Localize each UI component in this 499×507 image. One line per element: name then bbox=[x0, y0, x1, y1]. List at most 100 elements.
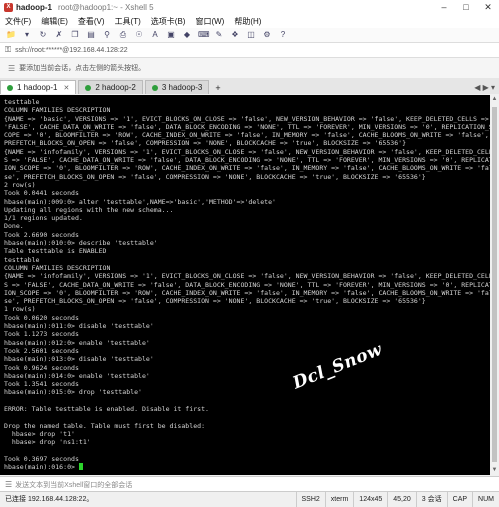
terminal-line: hbase(main):011:0> disable 'testtable' bbox=[4, 322, 154, 331]
menu-tools[interactable]: 工具(T) bbox=[110, 16, 146, 27]
connected-status-icon bbox=[151, 84, 158, 91]
find-icon[interactable]: ⚲ bbox=[102, 30, 112, 40]
session-hint-bar: ☰ 要添加当前会话，点击左侧的箭头按钮。 bbox=[0, 58, 499, 79]
connected-status-icon bbox=[7, 84, 13, 91]
terminal-line: Took 0.0620 seconds bbox=[4, 313, 79, 322]
terminal-line: Took 2.6690 seconds bbox=[4, 230, 79, 239]
globe-icon[interactable]: ☉ bbox=[134, 30, 144, 40]
connection-status: 已连接 192.168.44.128:22。 bbox=[5, 496, 94, 503]
scrollbar-thumb[interactable] bbox=[492, 107, 497, 462]
terminal-line: ION_SCOPE => '0', BLOOMFILTER => 'ROW', … bbox=[4, 288, 490, 297]
compose-bar[interactable]: ☰ 发送文本到当前Xshell窗口的全部会话 bbox=[0, 476, 499, 492]
menu-edit[interactable]: 编辑(E) bbox=[36, 16, 73, 27]
toolbar: 📁 ▾ ↻ ✗ ❐ ▤ ⚲ ⎙ ☉ A ▣ ◆ ⌨ ✎ ❖ ◫ ⚙ ? bbox=[0, 28, 499, 43]
close-icon[interactable]: ✕ bbox=[477, 0, 499, 15]
terminal-line: S => 'FALSE', CACHE_DATA_ON_WRITE => 'fa… bbox=[4, 280, 490, 289]
terminal-line: 1 row(s) bbox=[4, 305, 36, 314]
terminal-line: Took 0.3697 seconds bbox=[4, 454, 79, 463]
reconnect-icon[interactable]: ↻ bbox=[38, 30, 48, 40]
terminal-line: COLUMN FAMILIES DESCRIPTION bbox=[4, 263, 111, 272]
terminal-line: 1/1 regions updated. bbox=[4, 214, 83, 223]
status-bar: 已连接 192.168.44.128:22。 SSH2 xterm 124x45… bbox=[0, 491, 499, 507]
lock-icon: ⚿ bbox=[5, 45, 12, 54]
help-icon[interactable]: ? bbox=[278, 30, 288, 40]
text-cursor bbox=[78, 463, 83, 471]
fullscreen-icon[interactable]: ▣ bbox=[166, 30, 176, 40]
terminal-line: PREFETCH_BLOCKS_ON_OPEN => 'false', COMP… bbox=[4, 139, 407, 148]
session-address: ssh://root:******@192.168.44.128:22 bbox=[15, 46, 128, 54]
new-session-icon[interactable]: 📁 bbox=[6, 30, 16, 40]
compose-placeholder: 发送文本到当前Xshell窗口的全部会话 bbox=[15, 481, 133, 489]
open-folder-icon[interactable]: ▾ bbox=[22, 30, 32, 40]
terminal-line: se', PREFETCH_BLOCKS_ON_OPEN => 'false',… bbox=[4, 172, 426, 181]
script-icon[interactable]: ✎ bbox=[214, 30, 224, 40]
font-icon[interactable]: A bbox=[150, 30, 160, 40]
terminal-line: 'FALSE', CACHE_DATA_ON_WRITE => 'false',… bbox=[4, 122, 490, 131]
terminal-line: Took 1.1273 seconds bbox=[4, 330, 79, 339]
terminal-line: testtable bbox=[4, 98, 40, 106]
window-subtitle: root@hadoop1:~ - Xshell 5 bbox=[58, 3, 154, 12]
tab-close-icon[interactable]: ✕ bbox=[63, 84, 69, 92]
tab-label: 2 hadoop-2 bbox=[95, 83, 136, 92]
tab-label: 3 hadoop-3 bbox=[161, 83, 203, 92]
copy-icon[interactable]: ❐ bbox=[70, 30, 80, 40]
layout-icon[interactable]: ◫ bbox=[246, 30, 256, 40]
compose-menu-icon[interactable]: ☰ bbox=[5, 480, 12, 489]
xftp-icon[interactable]: ❖ bbox=[230, 30, 240, 40]
tab-label: 1 hadoop-1 bbox=[17, 83, 58, 92]
terminal-line: S => 'FALSE', CACHE_DATA_ON_WRITE => 'fa… bbox=[4, 156, 490, 165]
lock-icon[interactable]: ◆ bbox=[182, 30, 192, 40]
print-icon[interactable]: ⎙ bbox=[118, 30, 128, 40]
title-bar: X hadoop-1 root@hadoop1:~ - Xshell 5 – □… bbox=[0, 0, 499, 15]
terminal-output[interactable]: testtable COLUMN FAMILIES DESCRIPTION {NAM… bbox=[0, 95, 490, 475]
terminal-line: Done. bbox=[4, 222, 24, 231]
terminal-line: se', PREFETCH_BLOCKS_ON_OPEN => 'false',… bbox=[4, 297, 426, 306]
terminal-line: hbase> drop 't1' bbox=[4, 429, 75, 438]
add-tab-button[interactable]: + bbox=[211, 81, 225, 94]
terminal-line: Took 0.0441 seconds bbox=[4, 189, 79, 198]
scroll-down-icon[interactable]: ▼ bbox=[490, 466, 499, 475]
terminal-size: 124x45 bbox=[353, 492, 387, 507]
menu-view[interactable]: 查看(V) bbox=[73, 16, 110, 27]
keyboard-icon[interactable]: ⌨ bbox=[198, 30, 210, 40]
tab-hadoop-3[interactable]: 3 hadoop-3 bbox=[144, 80, 210, 94]
address-bar[interactable]: ⚿ ssh://root:******@192.168.44.128:22 bbox=[0, 43, 499, 58]
menu-help[interactable]: 帮助(H) bbox=[229, 16, 266, 27]
tab-navigation-icon[interactable]: ◀ ▶ ▾ bbox=[474, 81, 495, 94]
terminal-prompt-line: hbase(main):016:0> bbox=[4, 463, 490, 471]
tab-hadoop-1[interactable]: 1 hadoop-1 ✕ bbox=[0, 80, 77, 94]
window-title: hadoop-1 bbox=[16, 3, 52, 12]
terminal-scrollbar[interactable]: ▲ ▼ bbox=[490, 95, 499, 475]
xshell-app-icon: X bbox=[4, 3, 13, 12]
terminal-line: hbase(main):009:0> alter 'testtable',NAM… bbox=[4, 197, 276, 206]
menu-window[interactable]: 窗口(W) bbox=[190, 16, 229, 27]
options-icon[interactable]: ⚙ bbox=[262, 30, 272, 40]
session-count: 3 会话 bbox=[415, 492, 447, 507]
terminal-line: {NAME => 'infofamily', VERSIONS => '1', … bbox=[4, 147, 490, 156]
menu-file[interactable]: 文件(F) bbox=[0, 16, 36, 27]
menu-tab[interactable]: 选项卡(B) bbox=[146, 16, 191, 27]
bookmark-icon[interactable]: ☰ bbox=[8, 64, 15, 73]
num-lock-status: NUM bbox=[472, 492, 499, 507]
terminal-line: ION_SCOPE => '0', BLOOMFILTER => 'ROW', … bbox=[4, 164, 490, 173]
terminal-line: {NAME => 'basic', VERSIONS => '1', EVICT… bbox=[4, 114, 490, 123]
caps-lock-status: CAP bbox=[446, 492, 472, 507]
maximize-icon[interactable]: □ bbox=[455, 0, 477, 15]
tab-hadoop-2[interactable]: 2 hadoop-2 bbox=[78, 80, 143, 94]
terminal-line: Took 0.9624 seconds bbox=[4, 363, 79, 372]
disconnect-icon[interactable]: ✗ bbox=[54, 30, 64, 40]
menu-bar: 文件(F) 编辑(E) 查看(V) 工具(T) 选项卡(B) 窗口(W) 帮助(… bbox=[0, 15, 499, 28]
terminal-line: hbase(main):015:0> drop 'testtable' bbox=[4, 388, 142, 397]
terminal-line: hbase> drop 'ns1:t1' bbox=[4, 438, 91, 447]
scroll-up-icon[interactable]: ▲ bbox=[490, 95, 499, 104]
minimize-icon[interactable]: – bbox=[433, 0, 455, 15]
terminal-line: ERROR: Table testtable is enabled. Disab… bbox=[4, 404, 209, 413]
terminal-line: COLUMN FAMILIES DESCRIPTION bbox=[4, 106, 111, 115]
protocol-status: SSH2 bbox=[295, 492, 325, 507]
cursor-position: 45,20 bbox=[387, 492, 416, 507]
terminal-line: Drop the named table. Table must first b… bbox=[4, 421, 206, 430]
paste-icon[interactable]: ▤ bbox=[86, 30, 96, 40]
